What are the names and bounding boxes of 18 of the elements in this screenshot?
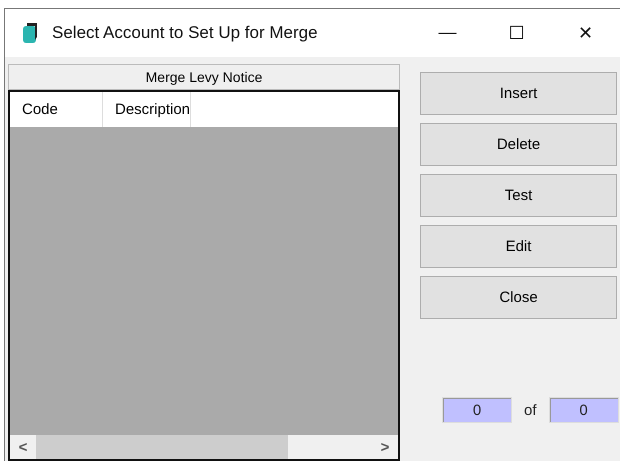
of-label: of — [524, 402, 537, 418]
window-title: Select Account to Set Up for Merge — [52, 23, 318, 43]
total-records-field: 0 — [548, 397, 619, 423]
minimize-button[interactable]: — — [413, 22, 482, 44]
scrollbar-thumb[interactable] — [36, 435, 288, 459]
current-record-field[interactable]: 0 — [442, 397, 512, 423]
maximize-button[interactable]: ☐ — [482, 22, 551, 44]
scroll-right-button[interactable]: > — [372, 438, 398, 456]
scroll-left-button[interactable]: < — [10, 438, 36, 456]
column-header[interactable]: Code — [10, 92, 103, 127]
close-button[interactable]: ✕ — [551, 22, 620, 44]
action-button[interactable]: Insert — [420, 72, 617, 115]
column-header[interactable]: Description — [103, 92, 192, 127]
action-button[interactable]: Test — [420, 174, 617, 217]
grid-caption: Merge Levy Notice — [8, 64, 400, 90]
action-button[interactable]: Delete — [420, 123, 617, 166]
action-button[interactable]: Edit — [420, 225, 617, 268]
action-button[interactable]: Close — [420, 276, 617, 319]
